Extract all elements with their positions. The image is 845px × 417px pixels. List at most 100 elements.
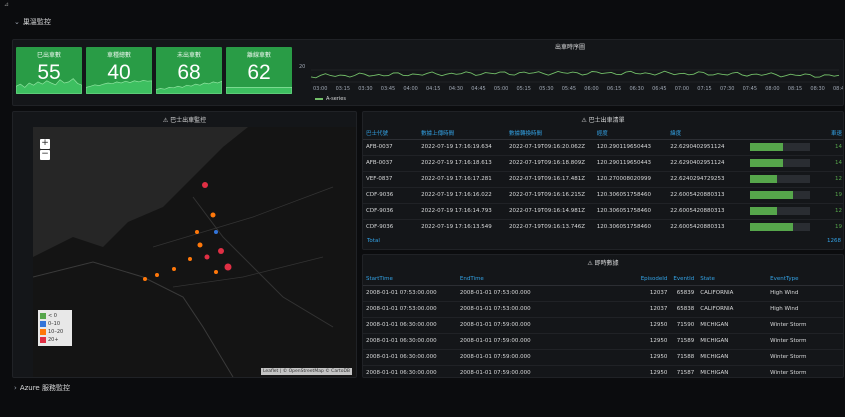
stat-sparkline — [86, 80, 152, 94]
table-cell: 2008-01-01 06:30:00.000 — [363, 365, 457, 377]
table-cell: MICHIGAN — [697, 333, 768, 350]
stat-panel-offline[interactable]: 離線車數 62 — [226, 47, 292, 94]
map-marker[interactable] — [202, 182, 208, 188]
table-cell: 12037 — [550, 301, 671, 318]
speed-value: 14 — [814, 139, 843, 156]
table-cell: 2022-07-19T09:16:20.062Z — [505, 139, 594, 156]
x-tick-label: 08:45 — [833, 86, 843, 92]
table-cell: 22.6005420880313 — [667, 187, 747, 204]
column-header[interactable]: State — [697, 273, 768, 286]
map-marker[interactable] — [204, 254, 210, 260]
map-marker[interactable] — [172, 267, 176, 271]
map-marker[interactable] — [155, 273, 159, 277]
x-tick-label: 05:00 — [494, 86, 508, 92]
table-row[interactable]: AFB-0037 2022-07-19 17:16:19.634 2022-07-1… — [363, 139, 843, 156]
column-header[interactable]: EventType — [767, 273, 843, 286]
x-tick-label: 06:45 — [652, 86, 666, 92]
table-row[interactable]: 2008-01-01 06:30:00.000 2008-01-01 07:59:… — [363, 333, 843, 350]
map-marker[interactable] — [195, 230, 199, 234]
chevron-down-icon: ⌄ — [14, 18, 20, 26]
timeseries-panel[interactable]: 出車時序圖 20 03:00 03:15 03:30 03:45 04:00 04:15 0… — [297, 40, 843, 105]
table-cell: 12037 — [550, 285, 671, 302]
map-marker[interactable] — [143, 277, 147, 281]
table-row[interactable]: CDF-9036 2022-07-19 17:16:14.793 2022-07-1… — [363, 203, 843, 220]
row-header-monitoring[interactable]: ⌄ 巢溫監控 — [14, 17, 51, 27]
bus-list-title[interactable]: ⚠ 巴士出車清單 — [363, 115, 843, 124]
map-marker[interactable] — [214, 270, 218, 274]
table-cell: 2022-07-19T09:16:14.981Z — [505, 203, 594, 220]
warning-icon: ⚠ — [162, 117, 169, 124]
table-cell: 71589 — [670, 333, 698, 350]
table-row[interactable]: 2008-01-01 07:53:00.000 2008-01-01 07:53:… — [363, 285, 843, 302]
table-cell: 65839 — [670, 285, 698, 302]
stat-panel-vehicle-types[interactable]: 車種總數 40 — [86, 47, 152, 94]
x-tick-label: 03:00 — [313, 86, 327, 92]
table-row[interactable]: 2008-01-01 06:30:00.000 2008-01-01 07:59:… — [363, 365, 843, 377]
table-cell: 65838 — [670, 301, 698, 318]
map-marker[interactable] — [210, 212, 216, 218]
menu-icon[interactable]: ⊿ — [4, 2, 10, 8]
zoom-in-button[interactable]: + — [40, 139, 50, 149]
column-header[interactable]: 緯度 — [667, 127, 747, 140]
map-marker[interactable] — [218, 248, 224, 254]
chevron-right-icon: › — [14, 384, 17, 392]
table-cell: 2022-07-19 17:16:13.549 — [418, 219, 506, 235]
table-cell: 12950 — [550, 317, 671, 334]
y-tick-label: 20 — [299, 64, 305, 70]
map-view[interactable] — [32, 127, 356, 377]
table-cell: CALIFORNIA — [697, 285, 768, 302]
bus-table[interactable]: 巴士代號 數據上傳時間 數據轉換時間 經度 緯度 車速 AFB-0037 2022-07-1… — [363, 127, 843, 235]
table-cell: 2008-01-01 07:59:00.000 — [456, 333, 551, 350]
column-header[interactable]: 巴士代號 — [363, 127, 419, 140]
event-table[interactable]: StartTime EndTime EpisodeId EventId State Eve… — [363, 273, 843, 377]
stat-panel-dispatched[interactable]: 巳出車數 55 — [16, 47, 82, 94]
table-cell: 12950 — [550, 365, 671, 377]
table-cell: 120.290119650443 — [593, 139, 668, 156]
table-cell: 2008-01-01 07:53:00.000 — [456, 301, 551, 318]
map-marker[interactable] — [188, 257, 192, 261]
x-tick-label: 06:15 — [607, 86, 621, 92]
table-row[interactable]: 2008-01-01 07:53:00.000 2008-01-01 07:53:… — [363, 301, 843, 318]
table-cell: 2008-01-01 07:53:00.000 — [363, 301, 457, 318]
speed-value: 12 — [814, 171, 843, 188]
column-header[interactable]: EndTime — [456, 273, 551, 286]
map-marker[interactable] — [224, 263, 232, 271]
x-tick-label: 04:45 — [471, 86, 485, 92]
x-tick-label: 04:30 — [449, 86, 463, 92]
stat-panel-not-dispatched[interactable]: 未出車數 68 — [156, 47, 222, 94]
column-header[interactable]: EventId — [670, 273, 698, 286]
x-tick-label: 07:00 — [675, 86, 689, 92]
column-header[interactable]: 數據轉換時間 — [505, 127, 594, 140]
map-marker[interactable] — [197, 242, 203, 248]
table-row[interactable]: AFB-0037 2022-07-19 17:16:18.613 2022-07-1… — [363, 155, 843, 172]
column-header[interactable]: 經度 — [593, 127, 668, 140]
table-cell: 2022-07-19 17:16:14.793 — [418, 203, 506, 220]
table-row[interactable]: CDF-9036 2022-07-19 17:16:13.549 2022-07-1… — [363, 219, 843, 235]
column-header[interactable]: StartTime — [363, 273, 457, 286]
table-cell: 2022-07-19T09:16:18.809Z — [505, 155, 594, 172]
legend-item[interactable]: A-series — [315, 96, 346, 102]
stat-sparkline — [156, 80, 222, 94]
table-cell: MICHIGAN — [697, 317, 768, 334]
speed-gauge — [749, 223, 810, 231]
column-header[interactable]: 數據上傳時間 — [418, 127, 506, 140]
map-marker[interactable] — [214, 230, 218, 234]
table-cell: CDF-9036 — [363, 187, 419, 204]
zoom-out-button[interactable]: − — [40, 150, 50, 160]
x-tick-label: 04:00 — [403, 86, 417, 92]
row-header-azure[interactable]: › Azure 服務監控 — [14, 383, 70, 393]
column-header[interactable]: EpisodeId — [550, 273, 671, 286]
table-row[interactable]: 2008-01-01 06:30:00.000 2008-01-01 07:59:… — [363, 349, 843, 366]
table-row[interactable]: CDF-9036 2022-07-19 17:16:16.022 2022-07-1… — [363, 187, 843, 204]
column-header[interactable] — [746, 127, 815, 140]
map-panel-title[interactable]: ⚠ 巴士出車監控 — [13, 115, 356, 124]
total-label: Total — [367, 238, 380, 244]
table-cell: 22.6290402951124 — [667, 155, 747, 172]
overview-panel: 巳出車數 55 車種總數 40 未出車數 68 離線車數 62 出車時序圖 20… — [12, 39, 844, 106]
map-attribution[interactable]: Leaflet | © OpenStreetMap © CartoDB — [261, 368, 352, 375]
speed-gauge — [749, 191, 810, 199]
table-row[interactable]: 2008-01-01 06:30:00.000 2008-01-01 07:59:… — [363, 317, 843, 334]
realtime-data-title[interactable]: ⚠ 即時數據 — [363, 258, 843, 267]
column-header[interactable]: 車速 — [814, 127, 843, 140]
table-row[interactable]: VEF-0837 2022-07-19 17:16:17.281 2022-07-1… — [363, 171, 843, 188]
